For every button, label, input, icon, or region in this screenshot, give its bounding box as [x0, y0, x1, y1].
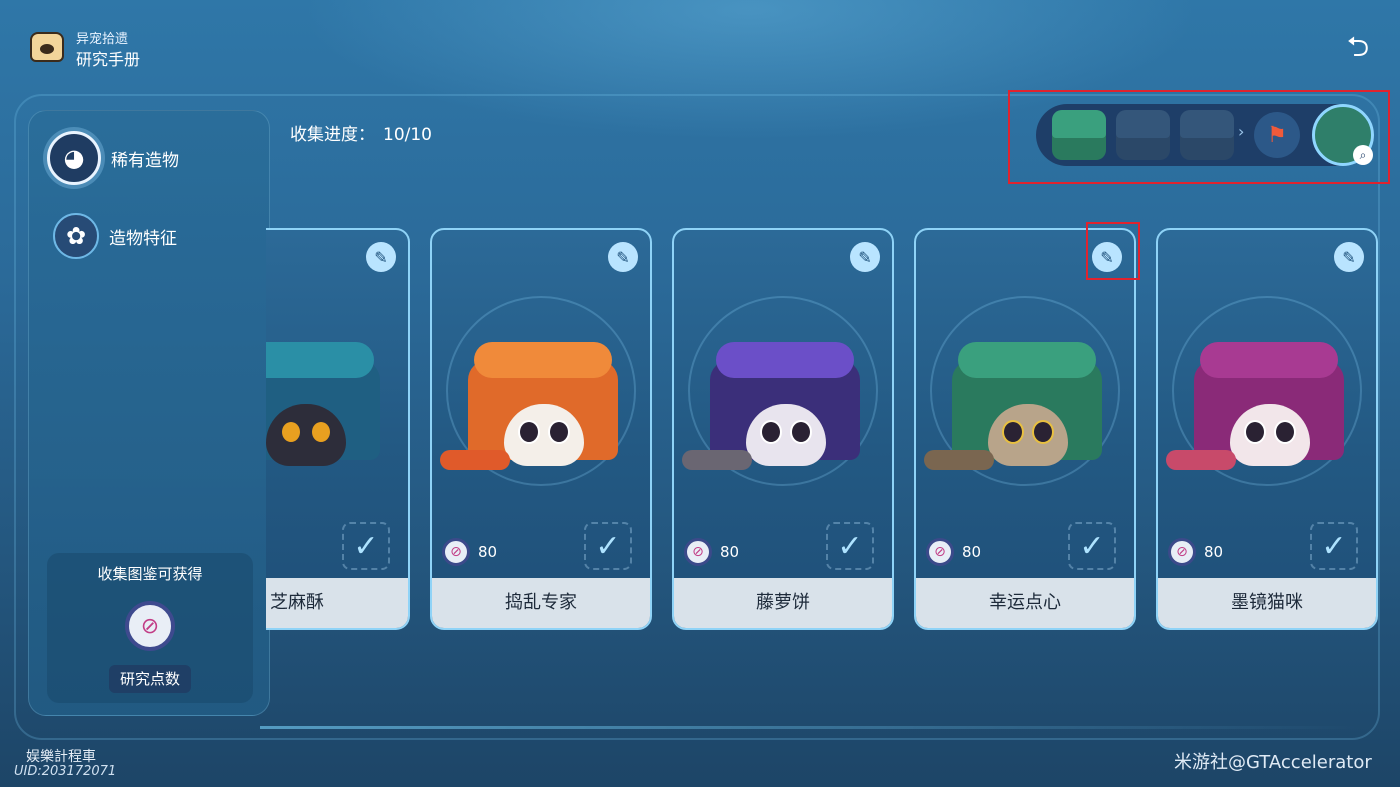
pet-illustration — [440, 342, 618, 492]
cost: ⊘ 80 — [1168, 538, 1223, 566]
cost-value: 80 — [720, 543, 740, 561]
pin-icon[interactable]: ✎ — [366, 242, 396, 272]
pin-icon[interactable]: ✎ — [850, 242, 880, 272]
progress-label: 收集进度： — [290, 125, 375, 145]
pet-card[interactable]: ✎ ⊘ 80 ✓ 捣乱专家 — [430, 228, 652, 630]
collection-progress: 收集进度： 10/10 — [290, 120, 432, 145]
card-name: 幸运点心 — [916, 578, 1134, 628]
reward-label: 研究点数 — [109, 665, 191, 693]
check-icon: ✓ — [826, 522, 874, 570]
sidebar-item-label: 稀有造物 — [111, 150, 179, 171]
pet-illustration — [924, 342, 1102, 492]
lineup-stage-3[interactable] — [1180, 110, 1234, 160]
cost-value: 80 — [1204, 543, 1224, 561]
cost-value: 80 — [962, 543, 982, 561]
card-name: 墨镜猫咪 — [1158, 578, 1376, 628]
bell-icon[interactable]: ⚑ — [1254, 112, 1300, 158]
chevron-right-icon: › — [1238, 122, 1245, 141]
sidebar-item-rare-creation[interactable]: ◕ 稀有造物 — [47, 131, 179, 185]
check-icon: ✓ — [584, 522, 632, 570]
pet-illustration — [682, 342, 860, 492]
search-icon: ⌕ — [1353, 145, 1373, 165]
card-name: 藤萝饼 — [674, 578, 892, 628]
lineup-final-pet[interactable]: ⌕ — [1312, 104, 1374, 166]
flower-icon: ✿ — [53, 213, 99, 259]
pet-illustration — [266, 342, 380, 492]
pet-card[interactable]: ✎ ⊘ 80 ✓ 幸运点心 — [914, 228, 1136, 630]
research-point-icon: ⊘ — [926, 538, 954, 566]
back-arrow-icon: ⮌ — [1346, 30, 1370, 63]
check-icon: ✓ — [342, 522, 390, 570]
sidebar-item-features[interactable]: ✿ 造物特征 — [53, 213, 177, 259]
pet-illustration — [1166, 342, 1344, 492]
highlight-box-pin — [1086, 222, 1140, 280]
uid-small: UID:203172071 — [14, 764, 117, 779]
reward-panel: 收集图鉴可获得 ⊘ 研究点数 — [47, 553, 253, 703]
app-subtitle: 异宠拾遗 — [76, 32, 129, 47]
cost: ⊘ 80 — [442, 538, 497, 566]
pet-card[interactable]: ✎ ✓ 芝麻酥 — [266, 228, 410, 630]
card-name: 芝麻酥 — [266, 578, 408, 628]
research-point-icon: ⊘ — [1168, 538, 1196, 566]
watermark: 米游社@GTAccelerator — [1174, 752, 1372, 773]
card-name: 捣乱专家 — [432, 578, 650, 628]
research-point-icon: ⊘ — [125, 601, 175, 651]
check-icon: ✓ — [1068, 522, 1116, 570]
research-point-icon: ⊘ — [684, 538, 712, 566]
sidebar-item-label: 造物特征 — [109, 228, 177, 249]
cost-value: 80 — [478, 543, 498, 561]
pin-icon[interactable]: ✎ — [1334, 242, 1364, 272]
cost: ⊘ 80 — [926, 538, 981, 566]
frame-divider — [260, 726, 1360, 729]
progress-value: 10/10 — [383, 125, 432, 145]
lineup-stage-1[interactable] — [1052, 110, 1106, 160]
back-button[interactable]: ⮌ — [1340, 30, 1376, 64]
sidebar: ◕ 稀有造物 ✿ 造物特征 收集图鉴可获得 ⊘ 研究点数 — [28, 110, 270, 716]
pet-card[interactable]: ✎ ⊘ 80 ✓ 藤萝饼 — [672, 228, 894, 630]
pin-icon[interactable]: ✎ — [608, 242, 638, 272]
pet-card[interactable]: ✎ ⊘ 80 ✓ 墨镜猫咪 — [1156, 228, 1378, 630]
reward-title: 收集图鉴可获得 — [97, 565, 203, 583]
evolution-lineup: › ⚑ ⌕ — [1036, 104, 1374, 166]
page-title: 研究手册 — [76, 50, 141, 69]
research-point-icon: ⊘ — [442, 538, 470, 566]
pet-face-icon: ◕ — [47, 131, 101, 185]
uid-label: 娱樂計程車 — [26, 749, 96, 765]
check-icon: ✓ — [1310, 522, 1358, 570]
lineup-stage-2[interactable] — [1116, 110, 1170, 160]
app-icon — [30, 32, 64, 62]
cost: ⊘ 80 — [684, 538, 739, 566]
